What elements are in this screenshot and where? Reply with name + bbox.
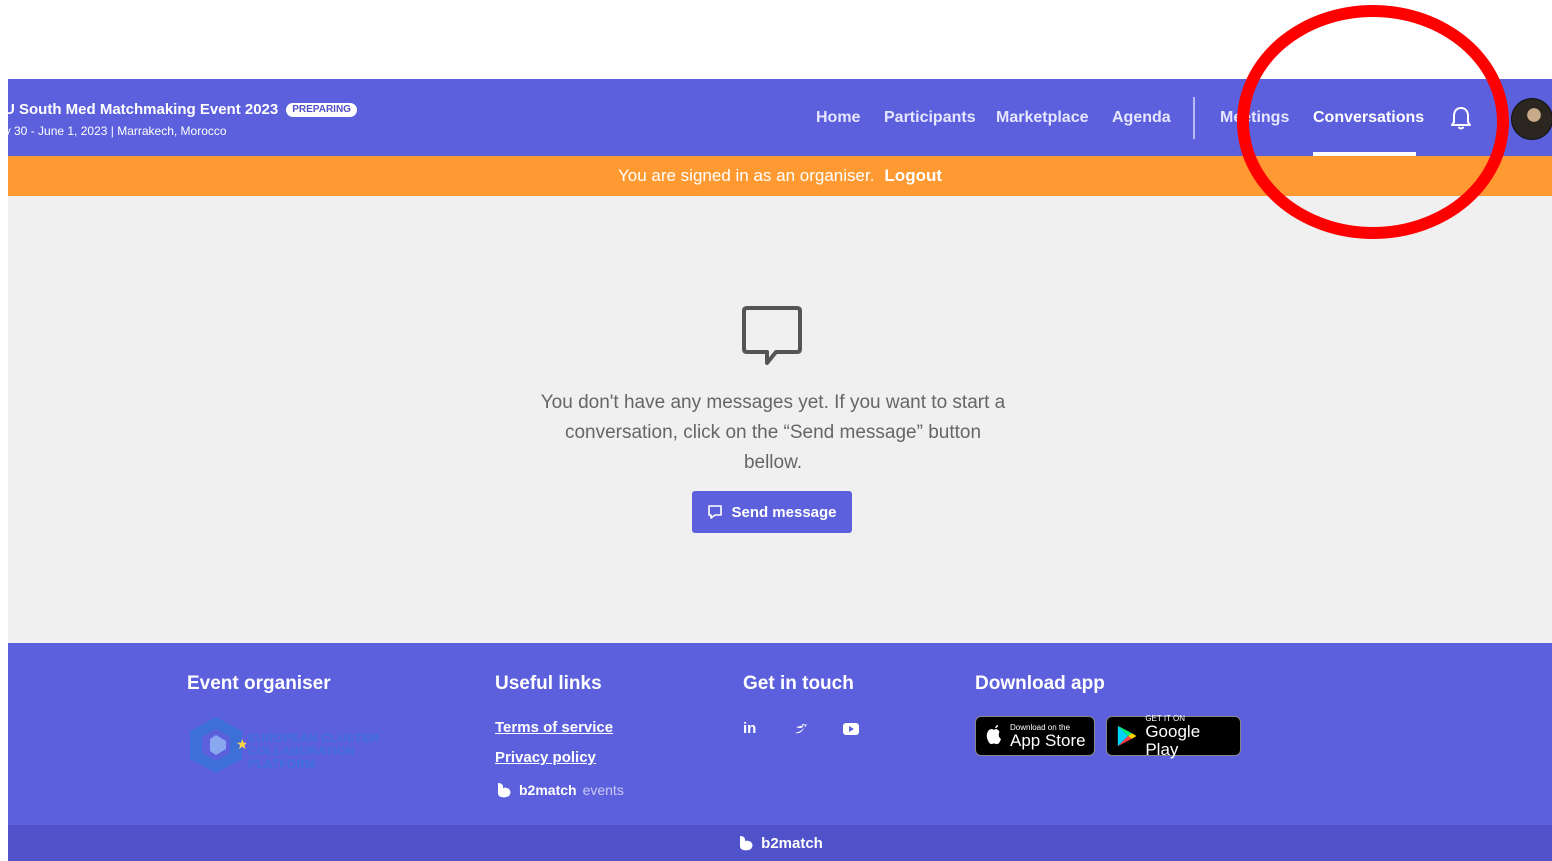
b2match-events-logo[interactable]: b2match events [495,781,624,799]
b2match-sub: events [582,782,624,798]
ecc-logo-line-2: COLLABORATION PLATFORM [248,744,356,771]
chat-bubble-icon [742,306,802,365]
footer: Event organiser ★ EUROPEAN CLUSTER COLLA… [8,643,1552,825]
privacy-policy-link[interactable]: Privacy policy [495,749,596,766]
youtube-icon[interactable] [843,723,859,735]
ecc-logo-icon: ★ [190,717,249,773]
banner-text: You are signed in as an organiser. [617,166,875,185]
bottom-bar: b2match [8,825,1552,861]
b2match-icon [498,783,511,798]
nav-home[interactable]: Home [816,109,860,127]
empty-state-message: You don't have any messages yet. If you … [540,392,1006,473]
status-badge: PREPARING [286,102,357,117]
app-window: U South Med Matchmaking Event 2023 PREPA… [8,79,1552,861]
app-store-big: App Store [1010,730,1086,750]
footer-touch-heading: Get in touch [743,673,854,694]
nav-participants[interactable]: Participants [884,109,976,127]
organiser-banner: You are signed in as an organiser. Logou… [8,156,1552,196]
message-icon [708,505,723,519]
bottom-brand[interactable]: b2match [761,835,823,852]
nav-meetings[interactable]: Meetings [1220,109,1289,127]
b2match-bottom-icon [740,836,753,851]
event-title-text: U South Med Matchmaking Event 2023 [8,101,279,118]
event-subtitle: ay 30 - June 1, 2023 | Marrakech, Morocc… [8,124,227,138]
send-message-label: Send message [731,503,837,521]
send-message-button[interactable]: Send message [692,491,852,533]
ecc-logo-text: EUROPEAN CLUSTER COLLABORATION PLATFORM [248,732,386,771]
nav-divider [1193,97,1195,139]
google-play-icon [1117,725,1137,747]
svg-text:★: ★ [236,737,246,753]
terms-of-service-link[interactable]: Terms of service [495,719,613,736]
google-play-badge[interactable]: GET IT ON Google Play [1106,714,1241,759]
footer-app-heading: Download app [975,673,1105,694]
b2match-brand: b2match [519,782,577,798]
bell-icon[interactable] [1449,105,1473,131]
logout-link[interactable]: Logout [884,166,942,186]
nav-agenda[interactable]: Agenda [1112,109,1171,127]
app-store-badge[interactable]: Download on the App Store [975,716,1095,756]
nav-conversations[interactable]: Conversations [1313,109,1424,127]
nav-marketplace[interactable]: Marketplace [996,109,1089,127]
linkedin-icon[interactable]: in [743,720,756,737]
footer-links-heading: Useful links [495,673,602,694]
twitter-icon[interactable] [794,723,808,735]
organiser-logo[interactable]: ★ EUROPEAN CLUSTER COLLABORATION PLATFOR… [186,715,386,775]
user-avatar[interactable] [1511,98,1552,140]
apple-icon [986,725,1001,745]
footer-organiser-heading: Event organiser [187,673,331,694]
event-title[interactable]: U South Med Matchmaking Event 2023 PREPA… [8,101,357,118]
top-header: U South Med Matchmaking Event 2023 PREPA… [8,79,1552,156]
google-play-big: Google Play [1145,721,1201,759]
